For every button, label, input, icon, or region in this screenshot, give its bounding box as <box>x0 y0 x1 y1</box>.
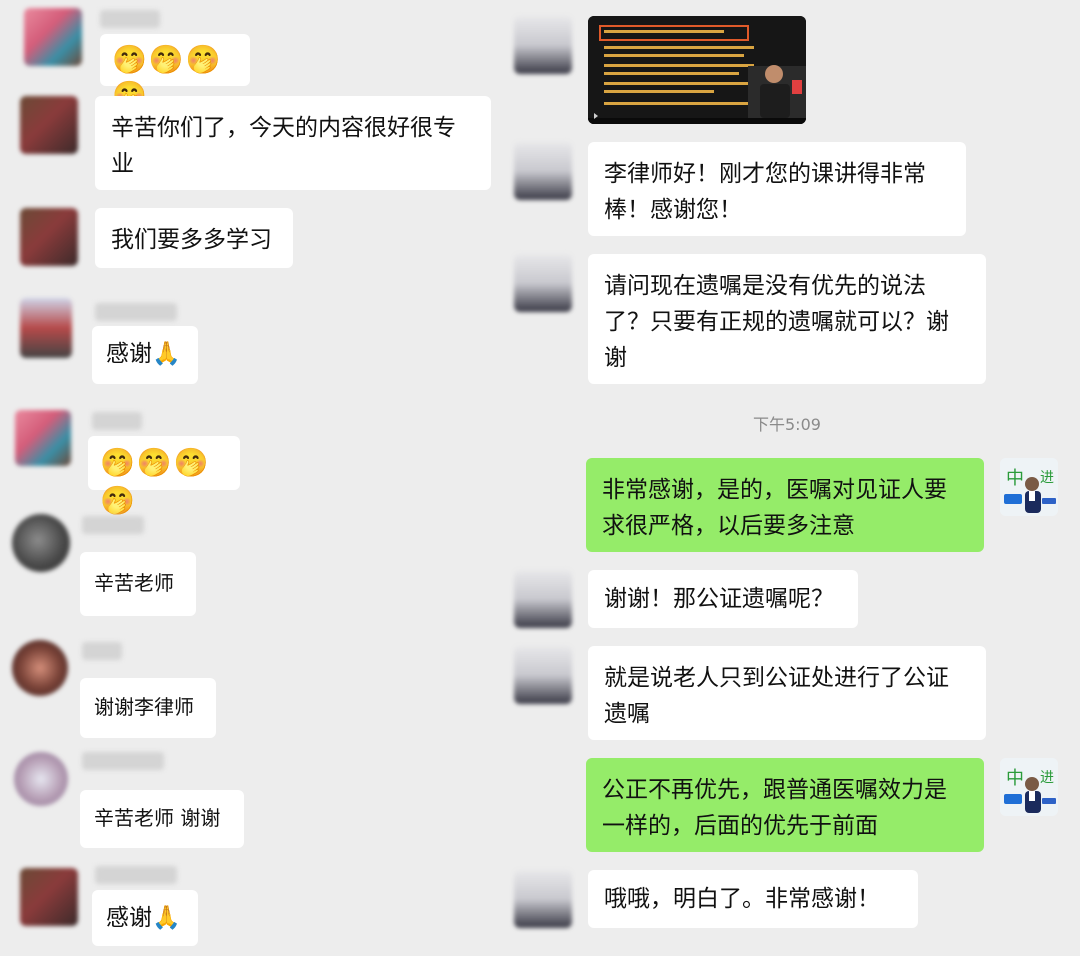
sender-name <box>100 10 160 28</box>
message-text: 非常感谢，是的，医嘱对见证人要求很严格，以后要多注意 <box>602 477 947 539</box>
message-text: 我们要多多学习 <box>111 227 272 253</box>
avatar[interactable] <box>20 868 78 926</box>
message-bubble[interactable]: 🤭🤭🤭🤭 <box>100 34 250 112</box>
self-message-bubble[interactable]: 非常感谢，是的，医嘱对见证人要求很严格，以后要多注意 <box>586 458 984 552</box>
avatar[interactable] <box>514 16 572 74</box>
message-text: 辛苦老师 谢谢 <box>94 806 221 830</box>
video-thumbnail[interactable] <box>588 16 806 124</box>
video-frame-graphic <box>588 16 806 124</box>
sender-name <box>92 412 142 430</box>
sender-name <box>82 642 122 660</box>
avatar[interactable] <box>514 142 572 200</box>
avatar[interactable] <box>12 640 68 696</box>
avatar[interactable] <box>14 752 68 806</box>
timestamp: 下午5:09 <box>753 415 821 434</box>
avatar[interactable] <box>514 254 572 312</box>
message-text: 李律师好！刚才您的课讲得非常棒！感谢您！ <box>604 161 926 223</box>
sender-name <box>95 866 177 884</box>
avatar[interactable] <box>20 96 78 154</box>
message-text: 请问现在遗嘱是没有优先的说法了？只要有正规的遗嘱就可以？谢谢 <box>604 273 949 371</box>
message-text: 谢谢李律师 <box>94 695 194 719</box>
avatar[interactable] <box>514 646 572 704</box>
sender-name <box>95 303 177 321</box>
profile-photo-graphic: 中 进 <box>1000 758 1058 816</box>
message-bubble[interactable]: 🤭🤭🤭🤭 <box>88 436 240 517</box>
avatar[interactable] <box>20 208 78 266</box>
message-text: 哦哦，明白了。非常感谢！ <box>604 886 880 912</box>
sender-name <box>82 516 144 534</box>
message-bubble[interactable]: 谢谢李律师 <box>80 678 216 738</box>
sender-name <box>82 752 164 770</box>
avatar[interactable] <box>15 410 71 466</box>
right-chat-column: 李律师好！刚才您的课讲得非常棒！感谢您！ 请问现在遗嘱是没有优先的说法了？只要有… <box>514 0 1080 956</box>
avatar[interactable] <box>514 870 572 928</box>
message-bubble[interactable]: 就是说老人只到公证处进行了公证遗嘱 <box>588 646 986 740</box>
message-bubble[interactable]: 我们要多多学习 <box>95 208 293 268</box>
message-bubble[interactable]: 谢谢！那公证遗嘱呢？ <box>588 570 858 628</box>
self-avatar[interactable]: 中 进 <box>1000 458 1058 516</box>
message-text: 谢谢！那公证遗嘱呢？ <box>604 586 834 612</box>
svg-text:中: 中 <box>1006 468 1024 489</box>
message-bubble[interactable]: 辛苦你们了，今天的内容很好很专业 <box>95 96 491 190</box>
svg-text:进: 进 <box>1040 770 1054 786</box>
message-bubble[interactable]: 请问现在遗嘱是没有优先的说法了？只要有正规的遗嘱就可以？谢谢 <box>588 254 986 384</box>
svg-text:进: 进 <box>1040 470 1054 486</box>
message-text: 感谢🙏 <box>106 341 181 367</box>
message-text: 辛苦老师 <box>94 571 174 595</box>
emoji-text: 🤭🤭🤭🤭 <box>100 446 211 517</box>
message-bubble[interactable]: 辛苦老师 <box>80 552 196 616</box>
self-message-bubble[interactable]: 公正不再优先，跟普通医嘱效力是一样的，后面的优先于前面 <box>586 758 984 852</box>
message-bubble[interactable]: 李律师好！刚才您的课讲得非常棒！感谢您！ <box>588 142 966 236</box>
message-text: 公正不再优先，跟普通医嘱效力是一样的，后面的优先于前面 <box>602 777 947 839</box>
message-bubble[interactable]: 感谢🙏 <box>92 890 198 946</box>
self-avatar[interactable]: 中 进 <box>1000 758 1058 816</box>
profile-photo-graphic: 中 进 <box>1000 458 1058 516</box>
avatar[interactable] <box>20 298 72 358</box>
message-bubble[interactable]: 哦哦，明白了。非常感谢！ <box>588 870 918 928</box>
avatar[interactable] <box>514 570 572 628</box>
message-text: 感谢🙏 <box>106 905 181 931</box>
message-text: 就是说老人只到公证处进行了公证遗嘱 <box>604 665 949 727</box>
message-bubble[interactable]: 感谢🙏 <box>92 326 198 384</box>
message-bubble[interactable]: 辛苦老师 谢谢 <box>80 790 244 848</box>
avatar[interactable] <box>12 514 70 572</box>
left-chat-column: 🤭🤭🤭🤭 辛苦你们了，今天的内容很好很专业 我们要多多学习 感谢🙏 🤭🤭🤭🤭 辛… <box>0 0 520 956</box>
avatar[interactable] <box>24 8 82 66</box>
message-text: 辛苦你们了，今天的内容很好很专业 <box>111 115 456 177</box>
svg-text:中: 中 <box>1006 768 1024 789</box>
